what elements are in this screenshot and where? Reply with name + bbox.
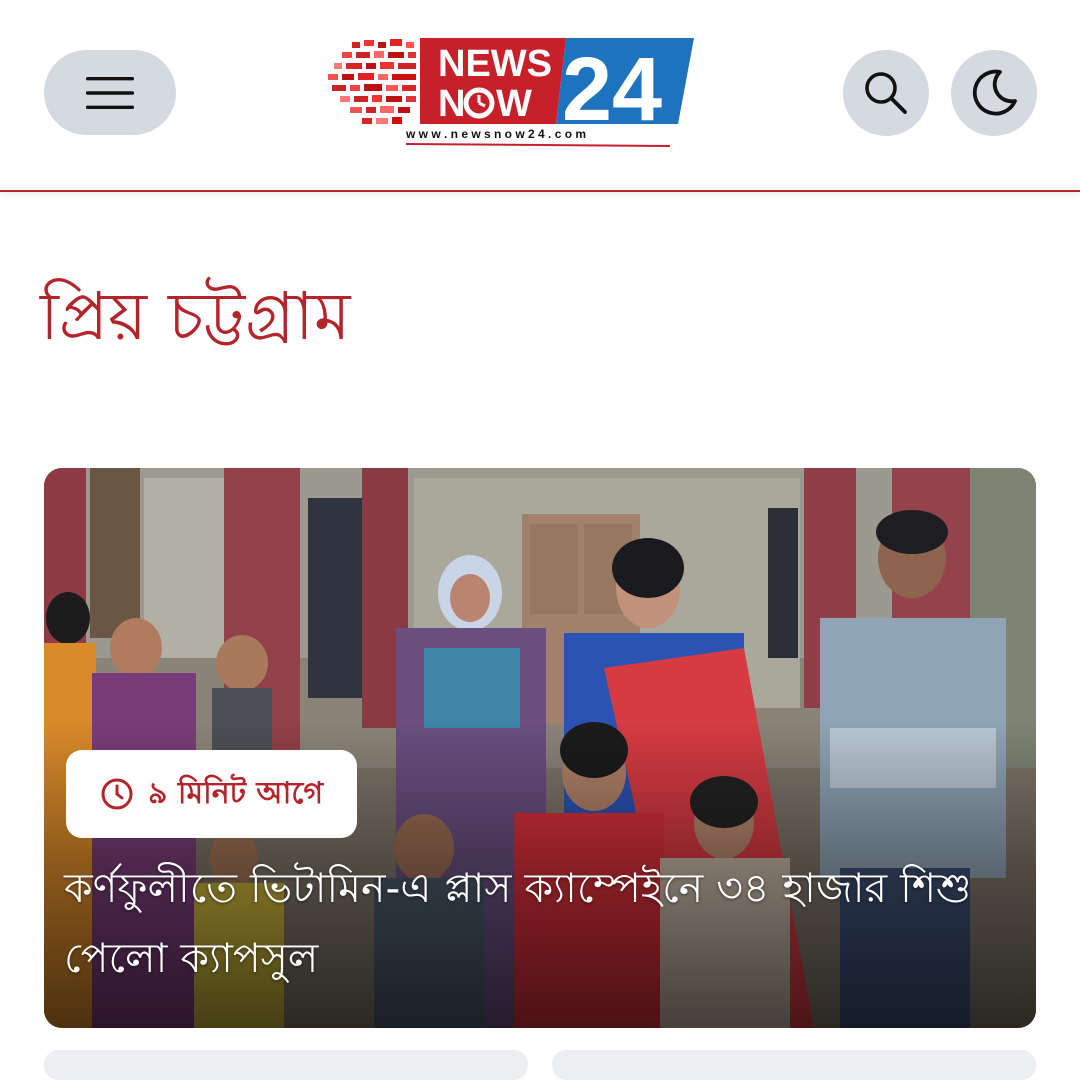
logo-word-news: NEWS (438, 43, 552, 85)
logo-number: 24 (562, 40, 662, 140)
news-card-preview-left[interactable] (44, 1050, 528, 1080)
top-header: NEWS N W 24 w w w . n e w s n o w 2 4 . … (0, 0, 1080, 192)
dark-mode-toggle[interactable] (951, 50, 1037, 136)
menu-button[interactable] (44, 50, 176, 135)
news-card-preview-right[interactable] (552, 1050, 1036, 1080)
site-logo[interactable]: NEWS N W 24 w w w . n e w s n o w 2 4 . … (326, 36, 698, 152)
search-icon (865, 72, 907, 114)
moon-icon (972, 69, 1017, 116)
logo-word-now-w: W (496, 83, 532, 125)
clock-icon (101, 778, 133, 810)
time-ago-text: ৯ মিনিট আগে (148, 775, 324, 811)
featured-news-card[interactable]: ৯ মিনিট আগে কর্ণফুলীতে ভিটামিন-এ প্লাস ক… (44, 468, 1036, 1028)
search-button[interactable] (843, 50, 929, 136)
logo-pixels (328, 39, 416, 124)
logo-url: w w w . n e w s n o w 2 4 . c o m (405, 127, 586, 141)
section-title: প্রিয় চট্টগ্রাম (40, 278, 351, 355)
hamburger-icon (86, 76, 134, 109)
time-badge: ৯ মিনিট আগে (66, 750, 358, 838)
logo-word-now-n: N (438, 83, 465, 125)
headline-link[interactable]: কর্ণফুলীতে ভিটামিন-এ প্লাস ক্যাম্পেইনে ৩… (64, 853, 1014, 993)
